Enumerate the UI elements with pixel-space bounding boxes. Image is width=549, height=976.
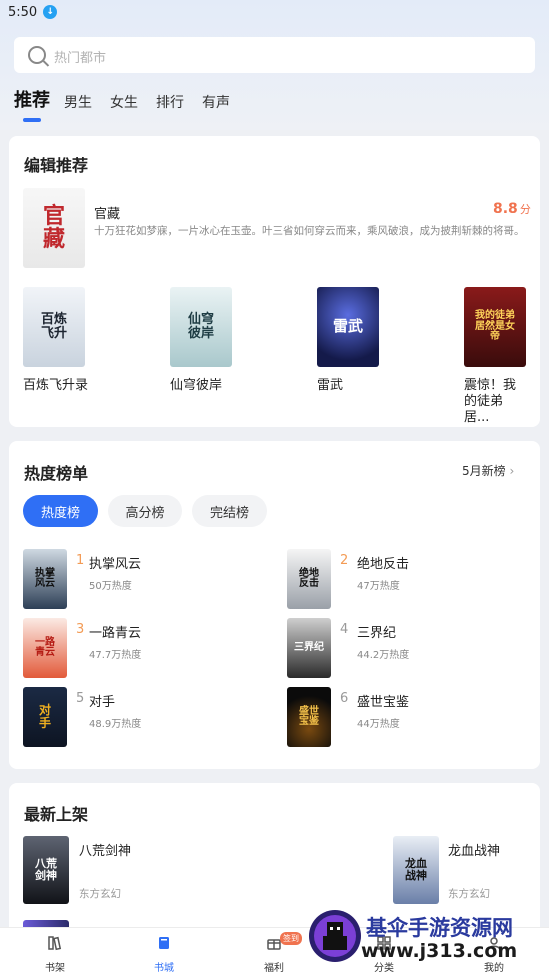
rank-name-5[interactable]: 对手 xyxy=(89,691,115,710)
chevron-right-icon: › xyxy=(509,464,515,478)
pill-finished[interactable]: 完结榜 xyxy=(192,495,267,527)
rank-cover-5[interactable]: 对手 xyxy=(23,687,67,747)
new-category-2: 东方玄幻 xyxy=(448,888,490,900)
featured-book-description: 十万狂花如梦寐，一片冰心在玉壶。叶三省如何穿云而来，乘风破浪，成为披荆斩棘的将哥… xyxy=(94,225,525,237)
rank-number-2: 2 xyxy=(340,553,349,568)
book-title-zhenjing[interactable]: 震惊！我的徒弟居... xyxy=(464,378,528,426)
book-cover-zhenjing[interactable]: 我的徒弟居然是女帝 xyxy=(464,287,526,367)
new-arrivals-title: 最新上架 xyxy=(24,805,89,824)
tab-female[interactable]: 女生 xyxy=(110,92,138,118)
watermark-title: 基伞手游资源网 xyxy=(366,916,513,940)
rank-cover-3[interactable]: 一路青云 xyxy=(23,618,67,678)
rank-heat-5: 48.9万热度 xyxy=(89,719,142,730)
tab-ranking[interactable]: 排行 xyxy=(156,92,184,118)
watermark-url: www.j313.com xyxy=(361,940,518,962)
rank-name-4[interactable]: 三界纪 xyxy=(357,622,396,641)
new-cover-2[interactable]: 龙血战神 xyxy=(393,836,439,904)
month-list-link[interactable]: 5月新榜 › xyxy=(462,462,514,479)
book-icon xyxy=(159,937,169,949)
rank-name-3[interactable]: 一路青云 xyxy=(89,622,141,641)
nav-bookshelf[interactable]: 书架 xyxy=(25,928,85,976)
tab-audio[interactable]: 有声 xyxy=(202,92,230,118)
rank-cover-4[interactable]: 三界纪 xyxy=(287,618,331,678)
book-cover-bailian[interactable]: 百炼飞升 xyxy=(23,287,85,367)
book-title-leiwu[interactable]: 雷武 xyxy=(317,378,391,394)
rank-name-2[interactable]: 绝地反击 xyxy=(357,553,409,572)
checkin-badge: 签到 xyxy=(280,932,302,945)
category-tabs: 推荐 男生 女生 排行 有声 xyxy=(14,86,248,122)
book-title-xianqiong[interactable]: 仙穹彼岸 xyxy=(170,378,244,394)
editor-picks-title: 编辑推荐 xyxy=(24,156,89,175)
pill-score[interactable]: 高分榜 xyxy=(108,495,182,527)
rank-cover-1[interactable]: 执掌风云 xyxy=(23,549,67,609)
new-name-2[interactable]: 龙血战神 xyxy=(448,840,500,859)
rank-number-5: 5 xyxy=(76,691,85,706)
search-bar[interactable]: 热门都市 xyxy=(14,37,535,73)
rank-number-6: 6 xyxy=(340,691,349,706)
rank-name-6[interactable]: 盛世宝鉴 xyxy=(357,691,409,710)
search-icon xyxy=(28,46,46,64)
pill-hot[interactable]: 热度榜 xyxy=(23,495,98,527)
rank-number-4: 4 xyxy=(340,622,349,637)
nav-bookstore[interactable]: 书城 xyxy=(134,928,194,976)
status-bar: 5:50 xyxy=(0,0,549,24)
rank-heat-3: 47.7万热度 xyxy=(89,650,142,661)
rank-cover-2[interactable]: 绝地反击 xyxy=(287,549,331,609)
search-placeholder: 热门都市 xyxy=(54,51,107,66)
watermark-logo xyxy=(309,910,361,962)
rank-name-1[interactable]: 执掌风云 xyxy=(89,553,141,572)
rank-number-3: 3 xyxy=(76,622,85,637)
hot-list-title: 热度榜单 xyxy=(24,464,89,483)
featured-book-cover[interactable]: 官藏 xyxy=(23,188,85,268)
featured-book-score: 8.8 分 xyxy=(493,201,531,217)
status-time: 5:50 xyxy=(8,4,38,20)
book-cover-leiwu[interactable]: 雷武 xyxy=(317,287,379,367)
tab-recommend[interactable]: 推荐 xyxy=(14,86,50,122)
tab-male[interactable]: 男生 xyxy=(64,92,92,118)
new-cover-1[interactable]: 八荒剑神 xyxy=(23,836,69,904)
download-icon xyxy=(43,5,58,19)
watermark: 基伞手游资源网 www.j313.com xyxy=(303,902,549,975)
new-category-1: 东方玄幻 xyxy=(79,888,121,900)
rank-heat-6: 44万热度 xyxy=(357,719,400,730)
bookshelf-icon xyxy=(48,936,62,951)
book-title-bailian[interactable]: 百炼飞升录 xyxy=(23,378,97,394)
featured-book-title[interactable]: 官藏 xyxy=(94,203,120,222)
rank-heat-1: 50万热度 xyxy=(89,581,132,592)
book-cover-xianqiong[interactable]: 仙穹彼岸 xyxy=(170,287,232,367)
rank-heat-4: 44.2万热度 xyxy=(357,650,410,661)
rank-heat-2: 47万热度 xyxy=(357,581,400,592)
rank-cover-6[interactable]: 盛世宝鉴 xyxy=(287,687,331,747)
rank-number-1: 1 xyxy=(76,553,85,568)
new-name-1[interactable]: 八荒剑神 xyxy=(79,840,131,859)
